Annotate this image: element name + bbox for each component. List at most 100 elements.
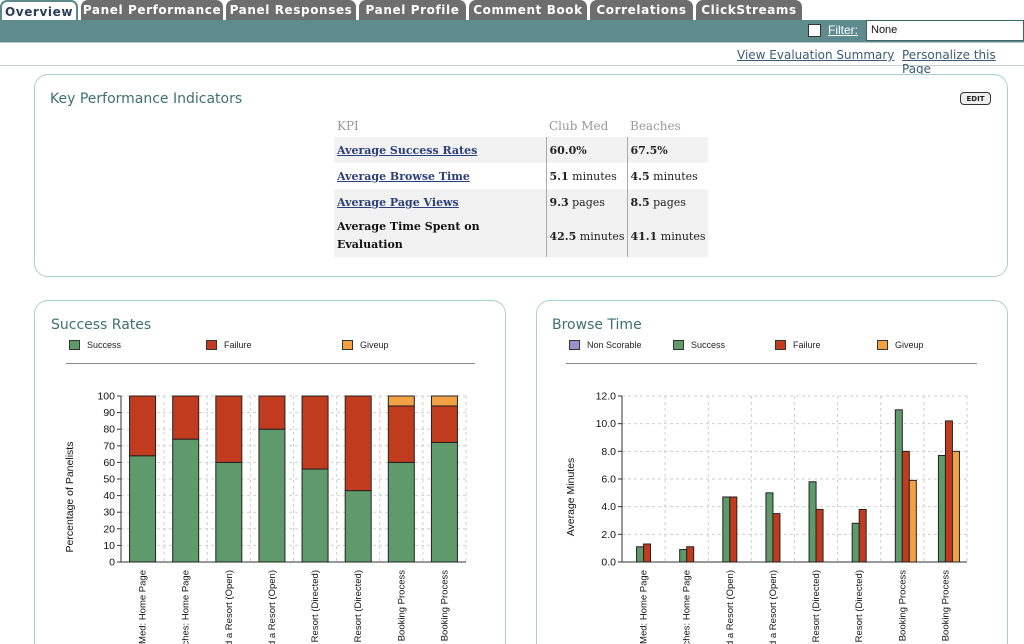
bar-failure <box>129 395 157 457</box>
y-tick-label: 70 <box>103 440 115 452</box>
kpi-value-club-med: 42.5 minutes <box>545 215 627 257</box>
browse-time-panel: Browse Time Non Scorable Success Failure… <box>536 300 1008 644</box>
bar-success <box>937 454 946 563</box>
kpi-table: KPI Club Med Beaches Average Success Rat… <box>334 115 708 257</box>
filter-input[interactable]: None <box>866 20 1024 41</box>
x-category-label: nd a Resort (Open) <box>267 570 278 644</box>
x-category-label: Med: Home Page <box>138 570 149 644</box>
x-category-label: nd a Resort (Open) <box>224 570 235 644</box>
bar-failure <box>686 546 695 563</box>
kpi-header-row: KPI Club Med Beaches <box>334 115 708 137</box>
kpi-panel: Key Performance Indicators EDIT KPI Club… <box>34 74 1008 277</box>
bar-failure <box>858 508 867 563</box>
bar-success <box>129 455 157 563</box>
kpi-row: Average Browse Time 5.1 minutes 4.5 minu… <box>334 163 708 189</box>
bar-failure <box>258 395 286 430</box>
x-category-label: a Resort (Directed) <box>854 570 865 644</box>
avg-success-rates-link[interactable]: Average Success Rates <box>337 144 477 157</box>
x-category-label: Med: Home Page <box>639 570 650 644</box>
bar-giveup <box>908 479 917 563</box>
avg-page-views-link[interactable]: Average Page Views <box>337 196 459 209</box>
bar-success <box>765 492 774 563</box>
x-category-label: Booking Process <box>897 570 908 642</box>
bar-success <box>636 546 645 563</box>
kpi-value-club-med: 60.0% <box>545 137 627 163</box>
kpi-title: Key Performance Indicators <box>50 91 243 107</box>
y-tick-label: 2.0 <box>601 529 616 541</box>
y-tick-label: 80 <box>103 424 115 436</box>
browse-time-chart: 0.0 2.0 4.0 6.0 8.0 10.0 12.0 Average Minutes Me… <box>565 391 968 644</box>
bar-success <box>301 468 329 563</box>
kpi-header-kpi: KPI <box>337 119 359 133</box>
x-category-label: a Resort (Directed) <box>353 570 364 644</box>
avg-browse-time-link[interactable]: Average Browse Time <box>337 170 470 183</box>
y-tick-label: 60 <box>103 457 115 469</box>
y-tick-label: 10.0 <box>596 418 617 430</box>
bar-failure <box>387 405 415 463</box>
tab-overview[interactable]: Overview <box>0 0 78 21</box>
x-category-label: a Resort (Directed) <box>811 570 822 644</box>
bar-success <box>344 490 372 563</box>
bar-success <box>851 522 860 563</box>
bar-failure <box>344 395 372 492</box>
kpi-value-beaches: 67.5% <box>626 137 708 163</box>
personalize-page-link[interactable]: Personalize this Page <box>902 48 1024 76</box>
tab-panel-profile[interactable]: Panel Profile <box>359 0 466 20</box>
bar-success <box>894 409 903 563</box>
bar-failure <box>815 508 824 563</box>
avg-time-spent-label: Average Time Spent on Evaluation <box>334 215 546 257</box>
x-category-label: ches: Home Page <box>682 570 693 644</box>
x-category-label: Booking Process <box>396 570 407 642</box>
bar-giveup <box>430 395 458 407</box>
edit-button[interactable]: EDIT <box>960 92 991 105</box>
x-category-label: a Resort (Directed) <box>310 570 321 644</box>
bar-success <box>387 461 415 563</box>
bar-success <box>722 496 731 563</box>
y-tick-label: 12.0 <box>596 391 617 403</box>
x-category-label: d a Resort (Open) <box>768 570 779 644</box>
bar-success <box>430 441 458 563</box>
bar-failure <box>944 420 953 563</box>
kpi-row: Average Success Rates 60.0% 67.5% <box>334 137 708 163</box>
y-tick-label: 100 <box>97 391 115 403</box>
tab-correlations[interactable]: Correlations <box>590 0 693 20</box>
view-evaluation-summary-link[interactable]: View Evaluation Summary <box>737 48 894 62</box>
bar-success <box>215 461 243 563</box>
bar-success <box>258 428 286 563</box>
x-category-label: aches: Home Page <box>181 570 192 644</box>
bar-failure <box>643 543 652 563</box>
tab-bar: Overview Panel Performance Panel Respons… <box>0 0 1024 21</box>
y-tick-label: 50 <box>103 474 115 486</box>
bar-failure <box>772 513 781 563</box>
y-tick-label: 30 <box>103 507 115 519</box>
kpi-value-beaches: 41.1 minutes <box>626 215 708 257</box>
bar-success <box>679 549 688 563</box>
y-tick-label: 90 <box>103 407 115 419</box>
kpi-row: Average Page Views 9.3 pages 8.5 pages <box>334 189 708 215</box>
kpi-header-club-med: Club Med <box>549 119 609 133</box>
kpi-header-beaches: Beaches <box>630 119 681 133</box>
y-tick-label: 20 <box>103 523 115 535</box>
y-axis-label: Average Minutes <box>565 458 577 537</box>
filter-link[interactable]: Filter: <box>828 23 858 37</box>
tab-comment-book[interactable]: Comment Book <box>469 0 587 20</box>
bar-failure <box>729 496 738 563</box>
filter-checkbox[interactable] <box>808 24 821 37</box>
tab-panel-responses[interactable]: Panel Responses <box>226 0 356 20</box>
bar-failure <box>901 450 910 563</box>
bar-success <box>808 481 817 563</box>
bar-giveup <box>387 395 415 407</box>
tab-clickstreams[interactable]: ClickStreams <box>696 0 802 20</box>
bar-failure <box>172 395 200 440</box>
bar-failure <box>215 395 243 463</box>
bar-failure <box>301 395 329 470</box>
kpi-value-club-med: 9.3 pages <box>545 189 627 215</box>
y-tick-label: 40 <box>103 490 115 502</box>
success-rates-chart: 0 10 20 30 40 50 60 70 80 90 100 Percentage of Pane… <box>64 391 467 644</box>
y-tick-label: 8.0 <box>601 446 616 458</box>
kpi-value-beaches: 4.5 minutes <box>626 163 708 189</box>
kpi-value-club-med: 5.1 minutes <box>545 163 627 189</box>
tab-panel-performance[interactable]: Panel Performance <box>81 0 223 20</box>
x-category-label: d a Resort (Open) <box>725 570 736 644</box>
bar-giveup <box>951 450 960 563</box>
